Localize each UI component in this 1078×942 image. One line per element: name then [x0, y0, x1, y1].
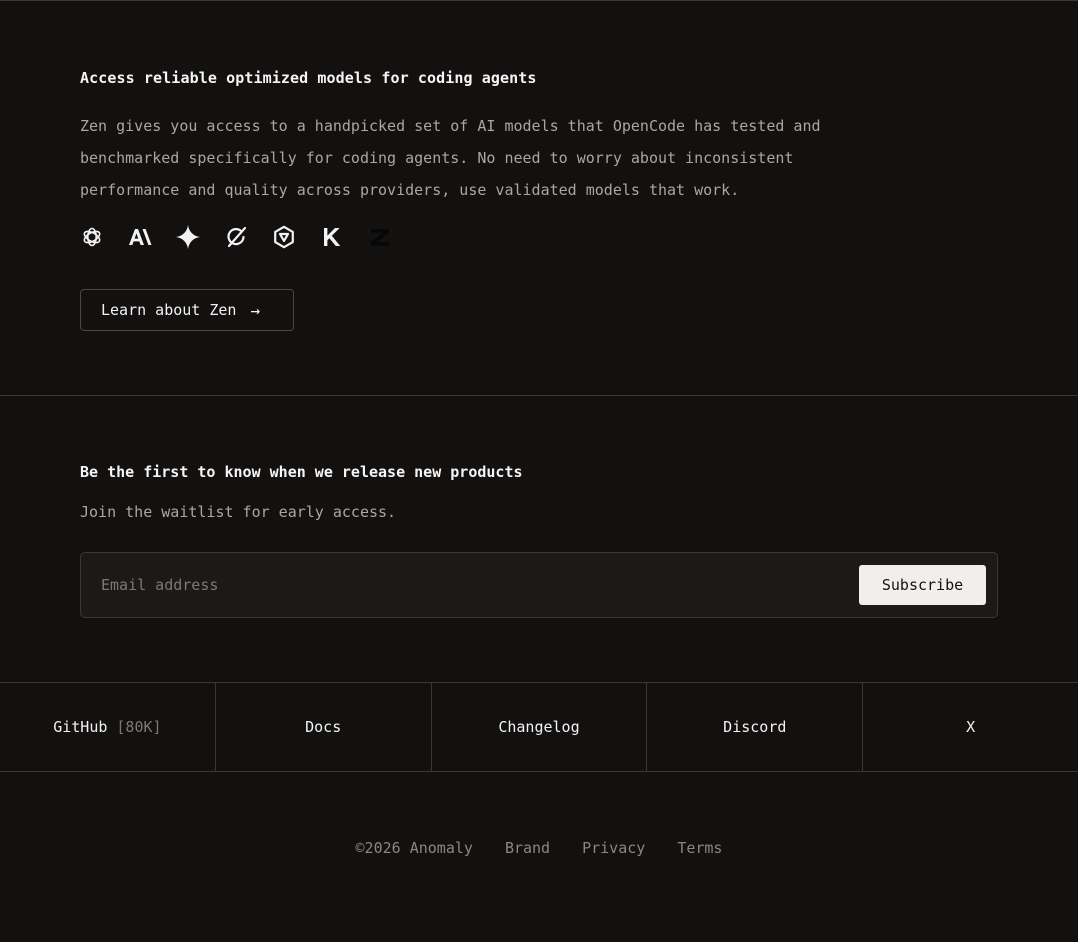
kimi-icon	[320, 225, 344, 249]
subscribe-form: Subscribe	[80, 552, 998, 618]
section-divider	[0, 395, 1078, 396]
zen-section: Access reliable optimized models for cod…	[80, 68, 980, 206]
qwen-icon	[272, 225, 296, 249]
gemini-icon	[176, 225, 200, 249]
discord-link[interactable]: Discord	[647, 683, 864, 771]
arrow-right-icon: →	[250, 300, 261, 320]
copyright: ©2026 Anomaly	[355, 839, 473, 857]
zen-description: Zen gives you access to a handpicked set…	[80, 117, 821, 199]
waitlist-subtext: Join the waitlist for early access.	[80, 503, 397, 521]
zen-heading: Access reliable optimized models for cod…	[80, 69, 537, 87]
subscribe-button[interactable]: Subscribe	[859, 565, 986, 605]
waitlist-section: Be the first to know when we release new…	[80, 462, 998, 524]
email-input[interactable]	[81, 553, 841, 617]
privacy-link[interactable]: Privacy	[582, 838, 645, 858]
github-star-count: [80K]	[116, 718, 162, 736]
terms-link[interactable]: Terms	[677, 838, 722, 858]
provider-logos	[80, 224, 392, 250]
brand-link[interactable]: Brand	[505, 838, 550, 858]
grok-icon	[224, 225, 248, 249]
top-divider	[0, 0, 1078, 1]
x-link[interactable]: X	[863, 683, 1078, 771]
changelog-link[interactable]: Changelog	[432, 683, 648, 771]
learn-about-zen-label: Learn about Zen	[101, 301, 237, 319]
docs-link[interactable]: Docs	[216, 683, 432, 771]
legal-footer: ©2026 Anomaly Brand Privacy Terms	[0, 838, 1078, 858]
openai-icon	[80, 225, 104, 249]
waitlist-heading: Be the first to know when we release new…	[80, 463, 523, 481]
learn-about-zen-button[interactable]: Learn about Zen →	[80, 289, 294, 331]
zai-icon	[368, 225, 392, 249]
footer-links: GitHub [80K] Docs Changelog Discord X	[0, 682, 1078, 772]
github-label: GitHub	[53, 718, 108, 736]
github-link[interactable]: GitHub [80K]	[0, 683, 216, 771]
anthropic-icon	[128, 225, 152, 249]
